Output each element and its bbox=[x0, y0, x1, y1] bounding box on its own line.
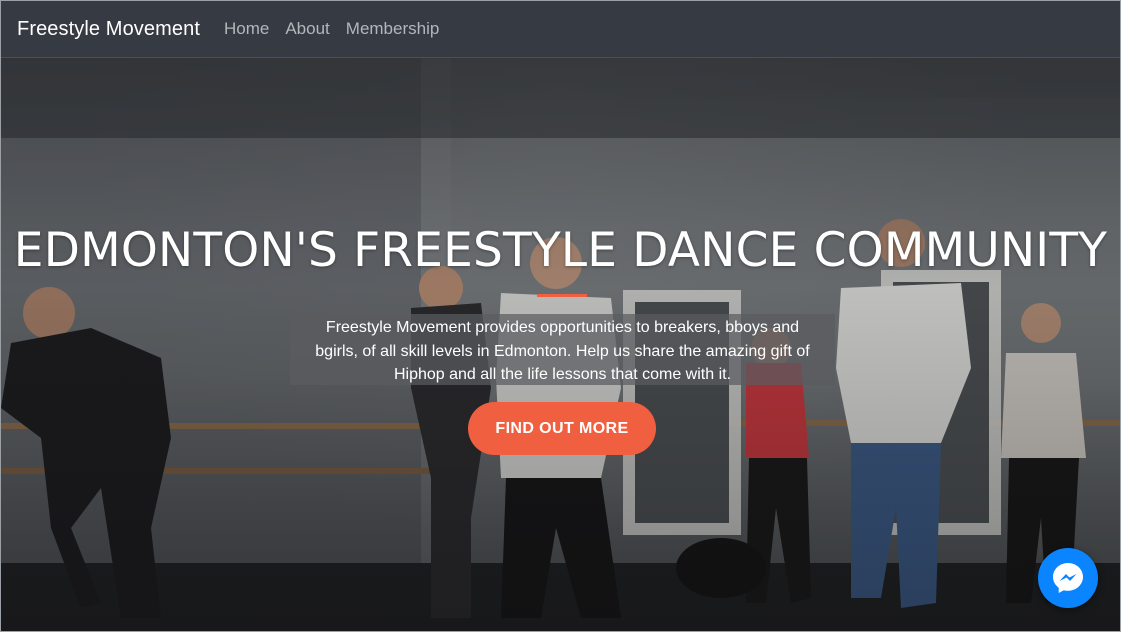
find-out-more-button[interactable]: FIND OUT MORE bbox=[468, 402, 656, 455]
nav-link-home[interactable]: Home bbox=[224, 19, 269, 39]
hero-section: EDMONTON'S FREESTYLE DANCE COMMUNITY Fre… bbox=[1, 58, 1120, 631]
hero-description: Freestyle Movement provides opportunitie… bbox=[290, 314, 835, 385]
hero-title: EDMONTON'S FREESTYLE DANCE COMMUNITY bbox=[13, 223, 1108, 278]
nav-link-about[interactable]: About bbox=[285, 19, 329, 39]
messenger-icon bbox=[1053, 563, 1083, 593]
top-navbar: Freestyle Movement Home About Membership bbox=[1, 1, 1120, 58]
page-frame: Freestyle Movement Home About Membership bbox=[0, 0, 1121, 632]
nav-link-membership[interactable]: Membership bbox=[346, 19, 440, 39]
title-divider bbox=[537, 294, 587, 297]
messenger-chat-button[interactable] bbox=[1038, 548, 1098, 608]
brand-link[interactable]: Freestyle Movement bbox=[17, 18, 200, 41]
